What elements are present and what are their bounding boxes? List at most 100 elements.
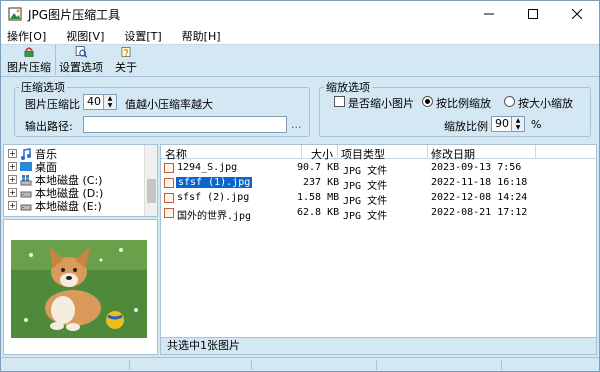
app-icon [8, 7, 22, 21]
ratio-up-arrow[interactable]: ▲ [104, 95, 116, 102]
column-size-header[interactable]: 大小 [311, 146, 333, 162]
jpg-file-icon [164, 163, 174, 173]
about-label: 关于 [115, 61, 137, 74]
tree-label: 本地磁盘 (E:) [35, 199, 102, 213]
scale-up-arrow[interactable]: ▲ [512, 117, 524, 124]
menu-bar: 操作[O] 视图[V] 设置[T] 帮助[H] [1, 27, 599, 45]
status-bar [1, 357, 599, 371]
proportional-label: 按比例缩放 [436, 97, 491, 110]
windows-drive-icon [20, 174, 32, 185]
shrink-checkbox[interactable] [334, 96, 345, 107]
image-preview-pane [3, 219, 158, 355]
status-divider [501, 360, 502, 370]
selection-status: 共选中1张图片 [161, 337, 596, 354]
file-row[interactable]: 1294_S.jpg 90.7 KB JPG 文件 2023-09-13 7:5… [161, 161, 596, 177]
file-modified: 2022-11-18 16:18 [431, 177, 528, 188]
file-type: JPG 文件 [343, 211, 388, 222]
jpg-file-icon [164, 178, 174, 188]
expand-icon[interactable]: + [8, 201, 17, 210]
file-size: 90.7 KB [297, 162, 340, 173]
menu-help[interactable]: 帮助[H] [182, 28, 221, 44]
drive-icon [20, 204, 32, 210]
desktop-icon [20, 161, 32, 171]
file-type: JPG 文件 [343, 166, 388, 177]
expand-icon[interactable]: + [8, 188, 17, 197]
file-name: 国外的世界.jpg [177, 211, 252, 222]
menu-settings[interactable]: 设置[T] [124, 28, 161, 44]
shrink-label: 是否缩小图片 [348, 97, 414, 110]
music-icon [21, 147, 31, 160]
file-list: 名称 大小 项目类型 修改日期 1294_S.jpg 90.7 KB JPG 文… [160, 144, 597, 355]
close-icon [572, 9, 582, 19]
toolbar: 图片压缩 设置选项 关于 [1, 45, 599, 77]
file-type: JPG 文件 [343, 181, 388, 192]
file-type: JPG 文件 [343, 196, 388, 207]
drive-icon [20, 191, 32, 197]
scale-unit: % [531, 118, 542, 131]
proportional-radio[interactable] [422, 96, 433, 107]
scale-down-arrow[interactable]: ▼ [512, 124, 524, 131]
app-window: JPG图片压缩工具 操作[O] 视图[V] 设置[T] 帮助[H] 图片压缩 设… [0, 0, 600, 372]
file-modified: 2023-09-13 7:56 [431, 162, 522, 173]
output-path-label: 输出路径: [25, 120, 73, 133]
file-row-selected[interactable]: sfsf (1).jpg 237 KB JPG 文件 2022-11-18 16… [161, 176, 596, 192]
by-size-radio[interactable] [504, 96, 515, 107]
file-row[interactable]: 国外的世界.jpg 62.8 KB JPG 文件 2022-08-21 17:1… [161, 206, 596, 222]
minimize-button[interactable] [467, 1, 511, 27]
ratio-down-arrow[interactable]: ▼ [104, 102, 116, 109]
expand-icon[interactable]: + [8, 149, 17, 158]
file-size: 1.58 MB [297, 192, 340, 203]
settings-button[interactable]: 设置选项 [59, 45, 103, 77]
folder-tree: + 音乐 + 桌面 + 本地磁盘 (C:) + 本地磁盘 (D:) + 本地磁盘… [3, 144, 158, 217]
file-row[interactable]: sfsf (2).jpg 1.58 MB JPG 文件 2022-12-08 1… [161, 191, 596, 207]
file-modified: 2022-08-21 17:12 [431, 207, 528, 218]
expand-icon[interactable]: + [8, 175, 17, 184]
file-size: 237 KB [303, 177, 340, 188]
menu-view[interactable]: 视图[V] [66, 28, 104, 44]
jpg-file-icon [164, 208, 174, 218]
maximize-button[interactable] [511, 1, 555, 27]
close-button[interactable] [555, 1, 599, 27]
column-name-header[interactable]: 名称 [165, 146, 187, 162]
scale-label: 缩放比例 [444, 120, 488, 133]
puppy-preview-image [11, 240, 147, 338]
ratio-hint: 值越小压缩率越大 [125, 98, 213, 111]
compress-options-legend: 压缩选项 [21, 81, 65, 94]
ratio-label: 图片压缩比 [25, 98, 80, 111]
ratio-value[interactable]: 40 [84, 95, 103, 109]
status-divider [129, 360, 130, 370]
browse-button[interactable]: ... [291, 118, 302, 131]
scale-value[interactable]: 90 [492, 117, 511, 131]
file-size: 62.8 KB [297, 207, 340, 218]
scale-options-legend: 缩放选项 [326, 81, 370, 94]
scale-spinner[interactable]: 90 ▲ ▼ [491, 116, 525, 132]
by-size-label: 按大小缩放 [518, 97, 573, 110]
compress-label: 图片压缩 [7, 61, 51, 74]
tree-item-drive-e[interactable]: + 本地磁盘 (E:) [8, 199, 102, 213]
file-name: sfsf (2).jpg [177, 192, 250, 203]
output-path-input[interactable] [83, 116, 287, 133]
file-modified: 2022-12-08 14:24 [431, 192, 528, 203]
window-title: JPG图片压缩工具 [28, 7, 121, 22]
file-name: sfsf (1).jpg [176, 177, 253, 188]
column-type-header[interactable]: 项目类型 [341, 146, 385, 162]
about-button[interactable]: 关于 [109, 45, 143, 77]
menu-operate[interactable]: 操作[O] [7, 28, 46, 44]
expand-icon[interactable]: + [8, 162, 17, 171]
settings-label: 设置选项 [59, 61, 103, 74]
column-modified-header[interactable]: 修改日期 [431, 146, 475, 162]
ratio-spinner[interactable]: 40 ▲ ▼ [83, 94, 117, 110]
compress-icon [24, 47, 34, 57]
jpg-file-icon [164, 193, 174, 203]
compress-button[interactable]: 图片压缩 [7, 45, 51, 77]
maximize-icon [528, 9, 538, 19]
toolbar-separator [55, 45, 56, 75]
minimize-icon [484, 13, 494, 15]
file-list-header: 名称 大小 项目类型 修改日期 [161, 145, 596, 162]
title-bar: JPG图片压缩工具 [1, 1, 599, 27]
tree-scroll-thumb[interactable] [147, 179, 156, 203]
file-name: 1294_S.jpg [177, 162, 238, 173]
tree-scrollbar[interactable] [144, 145, 157, 216]
settings-icon [75, 46, 88, 58]
status-divider [251, 360, 252, 370]
